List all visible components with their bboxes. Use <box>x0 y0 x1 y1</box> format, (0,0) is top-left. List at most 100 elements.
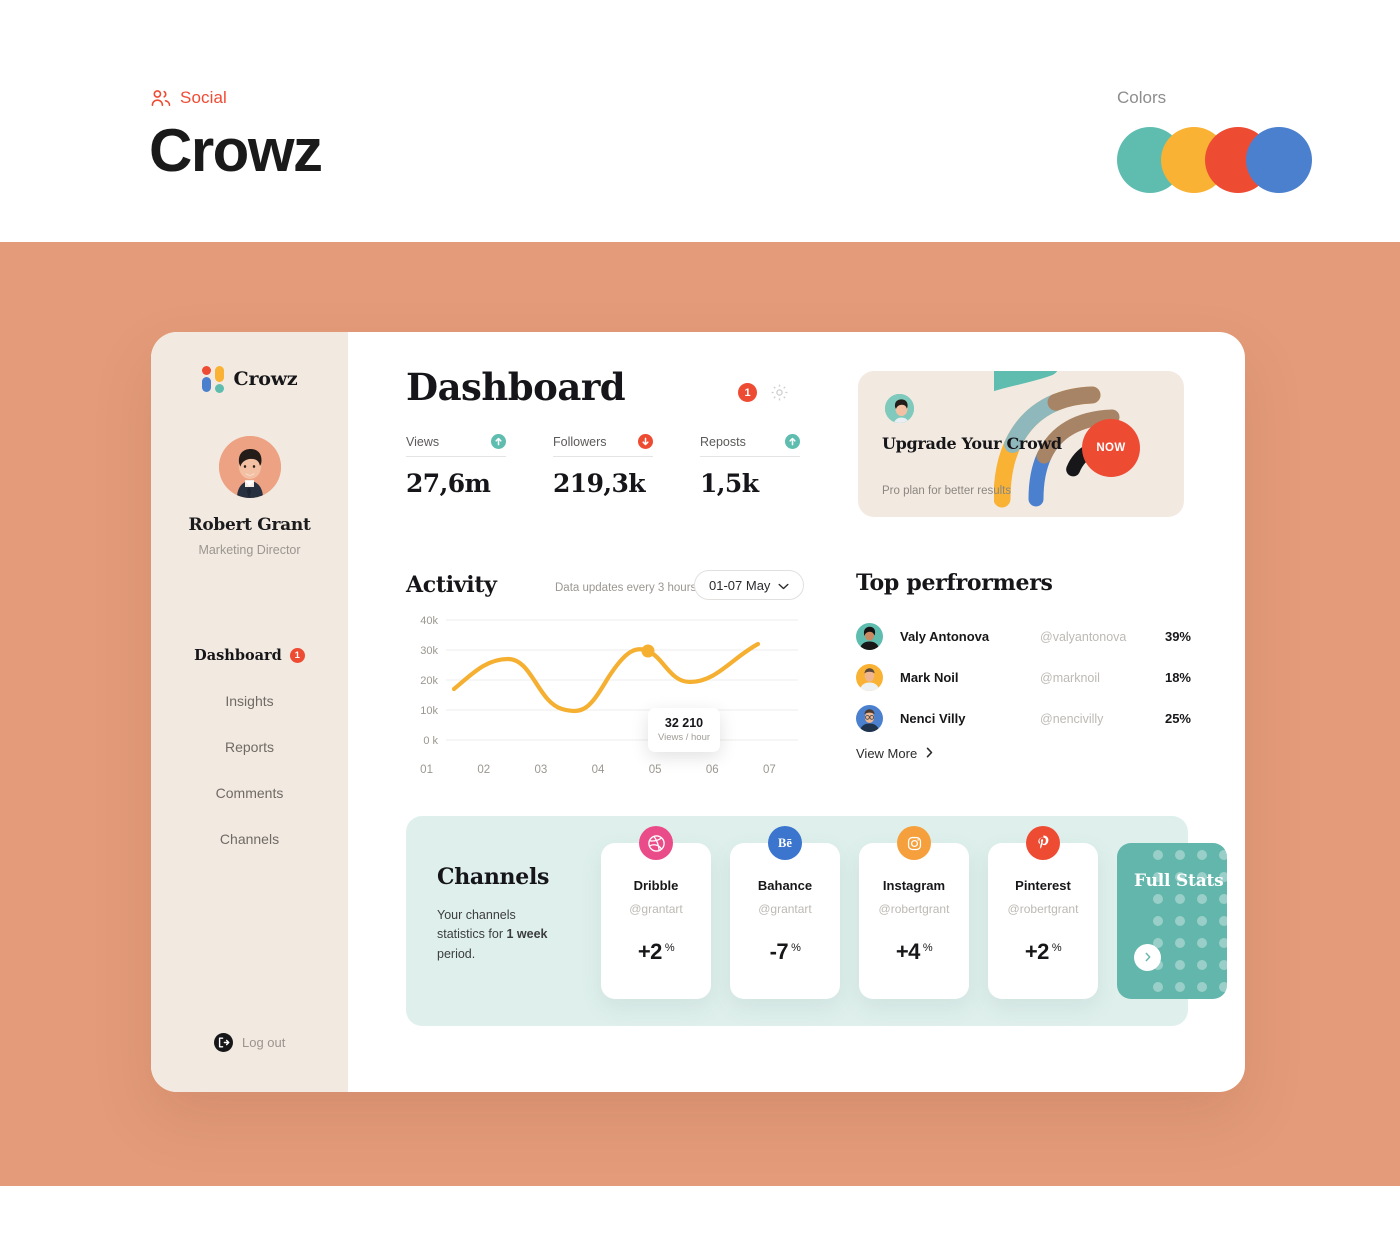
sidebar-logo-text: Crowz <box>233 368 298 390</box>
sidebar-badge-dashboard: 1 <box>289 647 305 663</box>
sidebar-item-dashboard[interactable]: Dashboard 1 <box>151 632 348 678</box>
sidebar-item-insights[interactable]: Insights <box>151 678 348 724</box>
performer-row[interactable]: Valy Antonova @valyantonova 39% <box>856 616 1191 657</box>
svg-text:0 k: 0 k <box>423 735 438 747</box>
full-stats-card[interactable]: Full Stats <box>1117 843 1227 999</box>
colors-label: Colors <box>1117 88 1167 107</box>
tooltip-label: Views / hour <box>657 732 711 743</box>
performer-percent: 39% <box>1164 629 1191 644</box>
trend-up-icon <box>491 434 506 449</box>
stat-label: Views <box>406 434 440 449</box>
channel-card-instagram[interactable]: Instagram @robertgrant +4% <box>859 826 969 999</box>
color-swatches <box>1117 127 1317 193</box>
chart-highlight-point <box>641 644 655 658</box>
channel-handle: @robertgrant <box>1007 902 1079 916</box>
logout-label: Log out <box>242 1035 286 1050</box>
svg-text:40k: 40k <box>420 615 438 627</box>
bottom-white-band <box>0 1186 1400 1245</box>
channel-handle: @robertgrant <box>878 902 950 916</box>
full-stats-title: Full Stats <box>1134 871 1224 891</box>
view-more-button[interactable]: View More <box>856 746 933 761</box>
stat-views: Views 27,6m <box>406 434 506 498</box>
date-range-value: 01-07 May <box>709 577 771 593</box>
performer-handle: @valyantonova <box>1040 629 1127 644</box>
chart-x-labels: 01 02 03 04 05 06 07 <box>398 764 798 776</box>
svg-text:10k: 10k <box>420 705 438 717</box>
crowz-logo-icon <box>201 366 225 393</box>
sidebar-item-label: Comments <box>215 785 284 801</box>
channel-handle: @grantart <box>629 902 683 916</box>
channel-name: Dribble <box>633 878 679 893</box>
channel-delta: +2% <box>637 939 675 964</box>
sidebar-item-label: Reports <box>224 739 275 755</box>
profile-name: Robert Grant <box>188 515 311 535</box>
sidebar-item-comments[interactable]: Comments <box>151 770 348 816</box>
stat-label: Reposts <box>700 434 746 449</box>
behance-icon: Bē <box>768 826 802 860</box>
performer-name: Valy Antonova <box>900 629 990 644</box>
notification-badge[interactable]: 1 <box>738 383 757 402</box>
x-tick: 05 <box>648 764 662 776</box>
pinterest-icon <box>1026 826 1060 860</box>
sidebar-item-label: Dashboard <box>194 646 282 664</box>
swatch-blue <box>1246 127 1312 193</box>
activity-note: Data updates every 3 hours <box>555 582 697 594</box>
logout-button[interactable]: Log out <box>214 1033 285 1052</box>
performer-name: Nenci Villy <box>900 711 966 726</box>
trend-down-icon <box>638 434 653 449</box>
people-icon <box>151 89 171 107</box>
social-tag: Social <box>151 88 227 108</box>
channel-card-dribble[interactable]: Dribble @grantart +2% <box>601 826 711 999</box>
sidebar-item-reports[interactable]: Reports <box>151 724 348 770</box>
svg-text:20k: 20k <box>420 675 438 687</box>
chevron-right-icon <box>1145 949 1151 967</box>
gear-icon[interactable] <box>770 383 789 402</box>
activity-chart-svg: 40k 30k 20k 10k 0 k <box>420 615 798 747</box>
app-window: Crowz Robert Grant Marketing Director Da… <box>151 332 1245 1092</box>
svg-text:30k: 30k <box>420 645 438 657</box>
channel-name: Instagram <box>882 878 946 893</box>
sidebar-item-channels[interactable]: Channels <box>151 816 348 862</box>
full-stats-arrow-button[interactable] <box>1134 944 1161 971</box>
performer-percent: 18% <box>1164 670 1191 685</box>
sidebar-item-label: Channels <box>219 831 280 847</box>
tooltip-value: 32 210 <box>664 716 704 730</box>
channel-delta: +4% <box>895 939 933 964</box>
x-tick: 02 <box>477 764 491 776</box>
channel-delta: -7% <box>769 939 801 964</box>
sidebar-nav: Dashboard 1 Insights Reports Comments Ch… <box>151 632 348 862</box>
performer-name: Mark Noil <box>900 670 959 685</box>
upgrade-card[interactable]: Upgrade Your Crowd Pro plan for better r… <box>858 371 1184 517</box>
profile-role: Marketing Director <box>198 543 301 557</box>
top-performers-title: Top perfrormers <box>856 570 1053 596</box>
main-content: Dashboard 1 Views 27,6m Followers 219,3k… <box>348 332 1245 1092</box>
performer-row[interactable]: Nenci Villy @nencivilly 25% <box>856 698 1191 739</box>
performer-row[interactable]: Mark Noil @marknoil 18% <box>856 657 1191 698</box>
x-tick: 04 <box>591 764 605 776</box>
social-label: Social <box>180 88 227 107</box>
channel-card-bahance[interactable]: Bē Bahance @grantart -7% <box>730 826 840 999</box>
channel-cards: Dribble @grantart +2% Bē Bahance @granta… <box>601 826 1227 999</box>
chevron-right-icon <box>926 746 933 761</box>
date-range-select[interactable]: 01-07 May <box>694 570 805 600</box>
channel-handle: @grantart <box>758 902 812 916</box>
channel-delta: +2% <box>1024 939 1062 964</box>
logout-icon <box>214 1033 233 1052</box>
performer-percent: 25% <box>1164 711 1191 726</box>
performer-avatar <box>856 664 883 691</box>
channel-card-pinterest[interactable]: Pinterest @robertgrant +2% <box>988 826 1098 999</box>
performer-handle: @marknoil <box>1040 670 1100 685</box>
trend-up-icon <box>785 434 800 449</box>
channels-desc-period: 1 week <box>506 927 548 942</box>
x-tick: 06 <box>705 764 719 776</box>
sidebar-item-label: Insights <box>225 693 274 709</box>
upgrade-avatar <box>883 392 916 425</box>
sidebar-logo[interactable]: Crowz <box>151 366 348 393</box>
upgrade-now-button[interactable]: NOW <box>1082 419 1140 477</box>
view-more-label: View More <box>856 746 918 761</box>
brand-title: Crowz <box>149 117 323 184</box>
x-tick: 01 <box>420 764 433 776</box>
stats-row: Views 27,6m Followers 219,3k Reposts 1,5… <box>406 434 800 498</box>
header-actions: 1 <box>738 383 789 402</box>
performer-avatar <box>856 623 883 650</box>
